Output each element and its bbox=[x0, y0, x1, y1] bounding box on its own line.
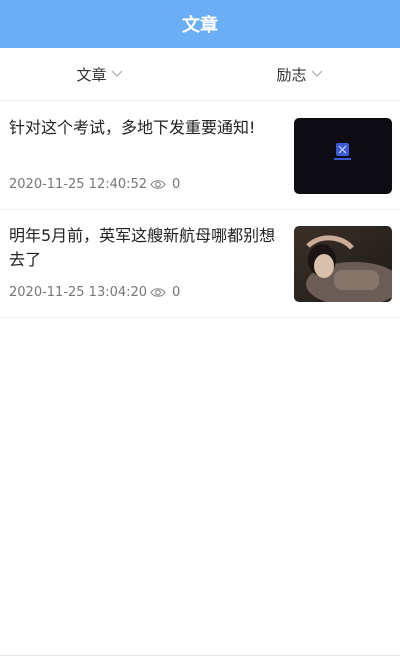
article-item[interactable]: 针对这个考试，多地下发重要通知! 2020-11-25 12:40:52 0 bbox=[0, 102, 400, 210]
eye-icon bbox=[150, 287, 166, 297]
chevron-down-icon bbox=[111, 70, 122, 77]
article-thumbnail[interactable] bbox=[294, 226, 392, 302]
page-title: 文章 bbox=[182, 15, 218, 36]
article-title[interactable]: 明年5月前，英军这艘新航母哪都别想去了 bbox=[9, 224, 281, 272]
app-header: 文章 bbox=[0, 0, 400, 48]
chevron-down-icon bbox=[311, 70, 322, 77]
article-date: 2020-11-25 12:40:52 bbox=[9, 176, 148, 192]
article-list: 针对这个考试，多地下发重要通知! 2020-11-25 12:40:52 0 明… bbox=[0, 102, 400, 318]
article-thumbnail[interactable] bbox=[294, 118, 392, 194]
person-lying-photo bbox=[294, 226, 392, 302]
dark-logo-image bbox=[294, 118, 392, 194]
article-meta: 2020-11-25 12:40:52 0 bbox=[9, 174, 180, 194]
bottom-divider bbox=[0, 655, 400, 656]
filter-bar: 文章 励志 bbox=[0, 48, 400, 101]
filter-tag-dropdown[interactable]: 励志 bbox=[200, 64, 400, 85]
filter-tag-label: 励志 bbox=[276, 65, 307, 84]
filter-category-label: 文章 bbox=[76, 65, 107, 84]
view-count: 0 bbox=[172, 176, 181, 192]
article-title[interactable]: 针对这个考试，多地下发重要通知! bbox=[9, 116, 281, 140]
article-item[interactable]: 明年5月前，英军这艘新航母哪都别想去了 2020-11-25 13:04:20 … bbox=[0, 210, 400, 318]
eye-icon bbox=[150, 179, 166, 189]
article-date: 2020-11-25 13:04:20 bbox=[9, 284, 148, 300]
article-meta: 2020-11-25 13:04:20 0 bbox=[9, 282, 180, 302]
view-count: 0 bbox=[172, 284, 181, 300]
filter-category-dropdown[interactable]: 文章 bbox=[0, 64, 200, 85]
